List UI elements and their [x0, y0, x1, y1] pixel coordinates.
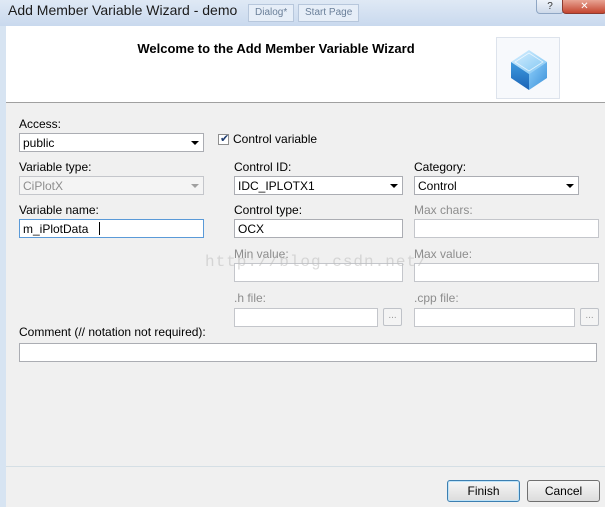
variable-name-label: Variable name: — [19, 203, 99, 217]
chevron-down-icon — [191, 141, 199, 145]
category-label: Category: — [414, 160, 467, 174]
category-combo[interactable]: Control — [414, 176, 579, 195]
wizard-title: Welcome to the Add Member Variable Wizar… — [137, 41, 415, 56]
window-title: Add Member Variable Wizard - demo — [8, 2, 238, 18]
control-id-label: Control ID: — [234, 160, 292, 174]
variable-type-label: Variable type: — [19, 160, 92, 174]
h-file-input[interactable] — [234, 308, 378, 327]
cpp-file-browse-button[interactable]: ... — [580, 308, 599, 326]
wizard-header: Welcome to the Add Member Variable Wizar… — [6, 26, 605, 103]
chevron-down-icon — [390, 184, 398, 188]
control-id-combo[interactable]: IDC_IPLOTX1 — [234, 176, 403, 195]
access-value: public — [23, 136, 55, 150]
control-variable-label[interactable]: Control variable — [233, 132, 317, 146]
variable-type-combo[interactable]: CiPlotX — [19, 176, 204, 195]
max-value-input[interactable] — [414, 263, 599, 282]
comment-label: Comment (// notation not required): — [19, 325, 206, 339]
control-type-label: Control type: — [234, 203, 303, 217]
background-tab-start-page: Start Page — [298, 4, 360, 22]
control-type-value: OCX — [238, 222, 265, 236]
access-combo[interactable]: public — [19, 133, 204, 152]
text-caret — [99, 222, 100, 235]
cancel-button[interactable]: Cancel — [527, 480, 600, 502]
cpp-file-label: .cpp file: — [414, 291, 459, 305]
variable-type-value: CiPlotX — [23, 179, 64, 193]
control-id-value: IDC_IPLOTX1 — [238, 179, 315, 193]
watermark-text: http://blog.csdn.net/ — [205, 253, 428, 271]
control-type-field[interactable]: OCX — [234, 219, 403, 238]
close-icon: ✕ — [580, 1, 589, 12]
footer-divider — [6, 466, 605, 467]
category-value: Control — [418, 179, 457, 193]
h-file-browse-button[interactable]: ... — [383, 308, 402, 326]
access-label: Access: — [19, 117, 62, 131]
variable-name-value: m_iPlotData — [23, 222, 89, 236]
wizard-cube-icon — [496, 37, 560, 99]
max-chars-label: Max chars: — [414, 203, 473, 217]
help-icon: ? — [547, 1, 553, 12]
comment-input[interactable] — [19, 343, 597, 362]
checkmark-icon: ✔ — [220, 133, 230, 145]
chevron-down-icon — [191, 184, 199, 188]
help-button[interactable]: ? — [536, 0, 564, 14]
variable-name-input[interactable]: m_iPlotData — [19, 219, 204, 238]
cpp-file-input[interactable] — [414, 308, 575, 327]
h-file-label: .h file: — [234, 291, 267, 305]
close-button[interactable]: ✕ — [562, 0, 605, 14]
max-chars-input[interactable] — [414, 219, 599, 238]
control-variable-checkbox[interactable]: ✔ — [218, 133, 230, 145]
finish-button[interactable]: Finish — [447, 480, 520, 502]
chevron-down-icon — [566, 184, 574, 188]
background-tab-dialog: Dialog* — [248, 4, 295, 22]
